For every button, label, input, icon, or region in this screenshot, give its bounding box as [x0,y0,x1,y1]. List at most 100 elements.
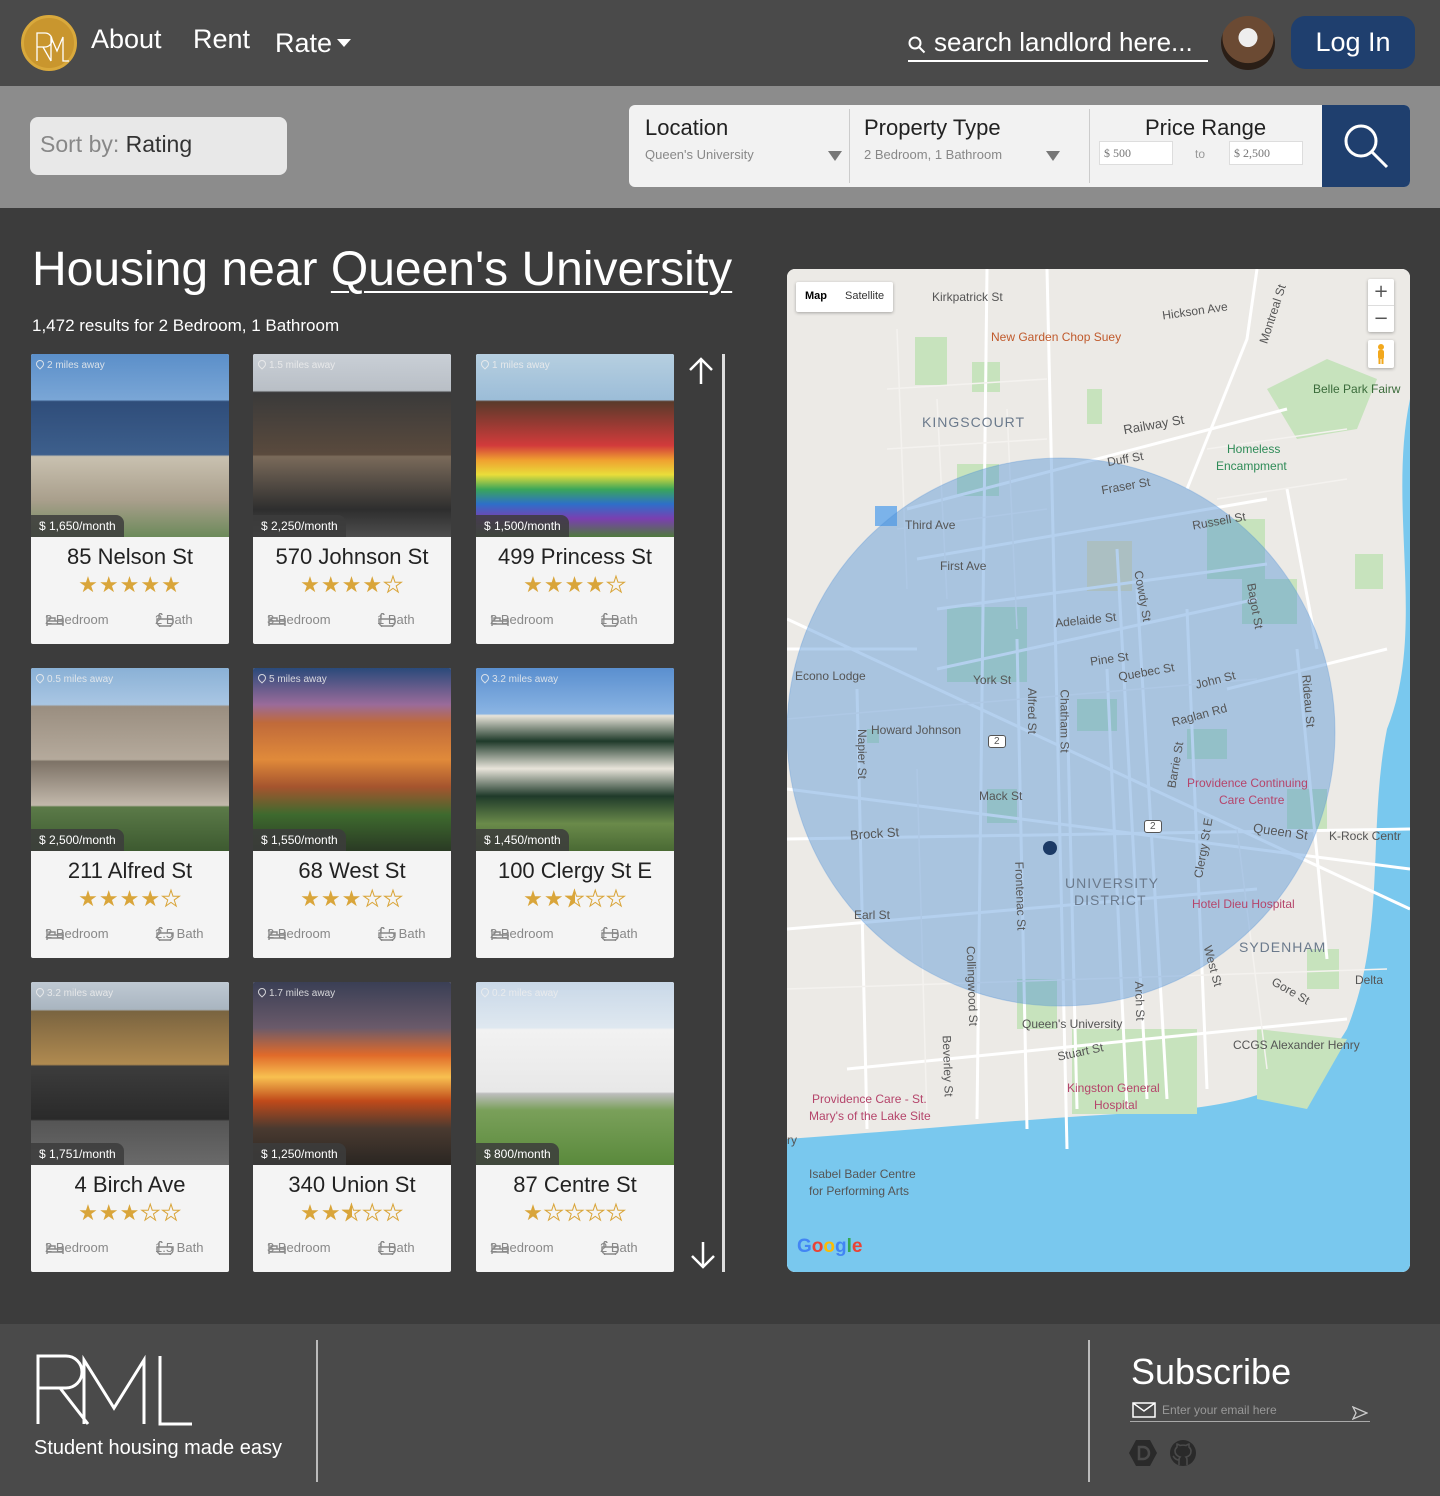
property-value: 2 Bedroom, 1 Bathroom [864,147,1003,162]
price-to-label: to [1195,147,1206,161]
price-title: Price Range [1145,115,1267,140]
zoom-controls: + − [1368,279,1394,332]
star-empty-icon: ★ [585,887,607,912]
title-location-link[interactable]: Queen's University [331,243,732,296]
star-empty-icon: ★ [161,1201,182,1226]
listing-card[interactable]: 3.2 miles away $ 1,751/month 4 Birch Ave ★★… [31,982,229,1272]
map-poi-label: Econo Lodge [795,669,866,683]
map-poi-label: Encampment [1216,459,1287,473]
listing-photo [476,982,674,1165]
price-max-input[interactable] [1229,141,1303,165]
footer: Student housing made easy Subscribe [0,1324,1440,1496]
logo[interactable] [21,15,77,71]
location-pin-icon [479,986,491,998]
star-empty-icon: ★ [383,573,404,598]
map-poi-label: Mary's of the Lake Site [809,1109,931,1123]
arrow-up-icon[interactable] [688,356,714,386]
star-full-icon: ★ [140,573,162,598]
star-empty-icon: ★ [383,887,404,912]
zoom-in-button[interactable]: + [1368,279,1394,305]
star-full-icon: ★ [78,1201,99,1226]
price-min-input[interactable] [1099,141,1173,165]
star-full-icon: ★ [523,1201,544,1226]
listing-photo [31,668,229,851]
nav-rate-dropdown[interactable]: Rate [275,28,352,59]
map-poi-label: New Garden Chop Suey [991,330,1122,344]
listing-photo [31,354,229,537]
search-input[interactable] [934,24,1204,60]
search-icon [908,36,926,54]
map-toggle-map[interactable]: Map [796,282,836,310]
listing-address: 211 Alfred St [67,858,193,883]
map-label: Chatham St [1057,689,1072,753]
scrollbar-track[interactable] [722,354,725,1272]
listing-card[interactable]: 1 miles away $ 1,500/month 499 Princess St… [476,354,674,644]
star-full-icon: ★ [543,573,565,598]
location-select[interactable]: Location Queen's University [645,105,845,187]
map-label: Kirkpatrick St [932,290,1003,304]
listing-card[interactable]: 3.2 miles away $ 1,450/month 100 Clergy St… [476,668,674,958]
distance-label: 1.7 miles away [256,986,335,999]
listing-card[interactable]: 2 miles away $ 1,650/month 85 Nelson St ★★★… [31,354,229,644]
zoom-out-button[interactable]: − [1368,305,1394,331]
sort-select[interactable]: Sort by: Rating [30,117,287,175]
tagline: Student housing made easy [34,1437,282,1459]
price-badge: $ 2,500/month [31,829,124,851]
star-full-icon: ★ [341,887,363,912]
star-empty-icon: ★ [362,1201,384,1226]
star-full-icon: ★ [320,1201,342,1226]
star-full-icon: ★ [300,887,321,912]
map-view[interactable]: Map Satellite + − Kirkpatrick St Hickson … [787,269,1410,1272]
page-title: Housing near Queen's University [32,242,732,297]
map-poi-label: for Performing Arts [809,1184,910,1198]
nav-about[interactable]: About [91,24,162,55]
distance-label: 0.2 miles away [479,986,558,999]
map-label: Arch St [1131,981,1148,1021]
price-range: Price Range to [1091,105,1321,187]
listing-card[interactable]: 0.2 miles away $ 800/month 87 Centre St ★★★… [476,982,674,1272]
chevron-down-icon [828,151,842,161]
nav-rent[interactable]: Rent [193,24,250,55]
star-full-icon: ★ [543,887,565,912]
listing-address: 4 Birch Ave [74,1172,186,1197]
map-type-toggle[interactable]: Map Satellite [796,282,894,312]
location-pin-icon [256,672,268,684]
avatar[interactable] [1221,16,1275,70]
listing-card[interactable]: 0.5 miles away $ 2,500/month 211 Alfred St… [31,668,229,958]
nav-rate-label: Rate [275,28,333,58]
search-button[interactable] [1322,105,1410,187]
star-full-icon: ★ [98,1201,120,1226]
send-icon[interactable] [1352,1406,1368,1420]
top-nav: About Rent Rate Log In [0,0,1440,86]
email-input[interactable] [1162,1400,1342,1420]
rating-stars: ★★★★★ [253,1201,451,1226]
location-pin-icon [479,672,491,684]
rating-stars: ★★★★★ [31,574,229,598]
star-full-icon: ★ [300,1201,321,1226]
highway-shield: 2 [1144,820,1162,833]
street-view-icon[interactable] [1368,340,1394,368]
map-area-label: UNIVERSITY [1065,875,1160,891]
location-pin-icon [479,358,491,370]
price-badge: $ 2,250/month [253,515,346,537]
star-full-icon: ★ [78,573,99,598]
listing-card[interactable]: 5 miles away $ 1,550/month 68 West St ★★★★★… [253,668,451,958]
star-full-icon: ★ [98,573,120,598]
price-badge: $ 1,250/month [253,1143,346,1165]
map-label: Beverley St [939,1035,956,1097]
map-label: Third Ave [905,518,956,532]
devpost-icon[interactable] [1128,1438,1158,1468]
rating-stars: ★★★★★ [31,1201,229,1226]
map-area-label: KINGSCOURT [922,414,1026,430]
listing-card[interactable]: 1.5 miles away $ 2,250/month 570 Johnson S… [253,354,451,644]
login-button[interactable]: Log In [1291,16,1415,69]
map-label: Alfred St [1025,687,1040,735]
github-icon[interactable] [1168,1438,1198,1468]
map-toggle-satellite[interactable]: Satellite [836,282,893,310]
map-label: Belle Park Fairw [1313,382,1401,396]
distance-label: 1.5 miles away [256,358,335,371]
arrow-down-icon[interactable] [690,1240,716,1270]
property-type-select[interactable]: Property Type 2 Bedroom, 1 Bathroom [864,105,1064,187]
map-label: Napier St [855,728,870,780]
listing-card[interactable]: 1.7 miles away $ 1,250/month 340 Union St ★… [253,982,451,1272]
